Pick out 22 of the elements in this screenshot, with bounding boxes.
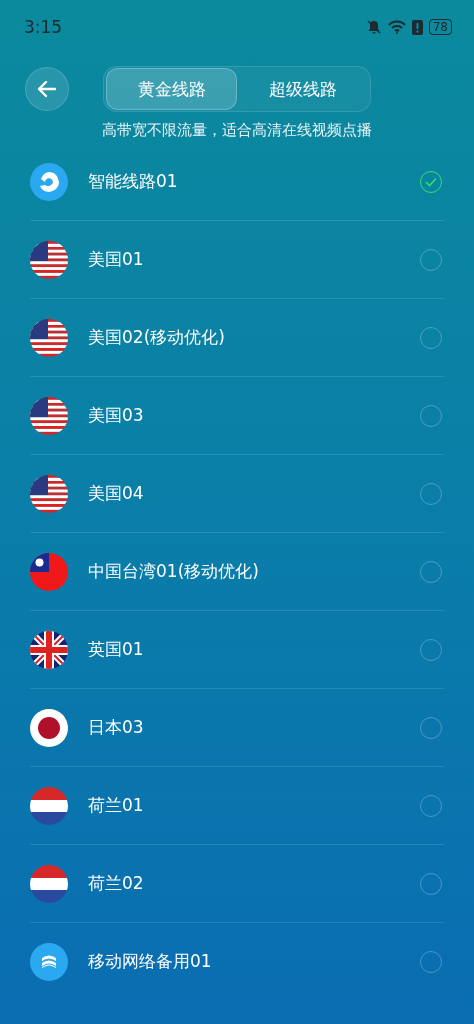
route-name: 英国01 — [88, 638, 145, 661]
status-time: 3:15 — [24, 17, 63, 37]
route-name: 美国03 — [88, 404, 145, 427]
check-icon — [425, 176, 437, 187]
bell-off-icon — [365, 19, 382, 35]
route-tab[interactable]: 黄金线路 — [106, 68, 237, 110]
route-name: 美国02(移动优化) — [88, 326, 226, 349]
route-name: 荷兰01 — [88, 794, 145, 817]
route-name: 移动网络备用01 — [88, 950, 213, 973]
route-name: 中国台湾01(移动优化) — [88, 560, 260, 583]
alert-icon — [411, 19, 423, 35]
route-name: 美国01 — [88, 248, 145, 271]
route-name: 智能线路01 — [88, 170, 179, 193]
route-name: 日本03 — [88, 716, 145, 739]
subtitle: 高带宽不限流量，适合高清在线视频点播 — [101, 121, 373, 140]
wifi-icon — [387, 20, 406, 34]
route-name: 美国04 — [88, 482, 145, 505]
battery-level: 78 — [428, 19, 452, 35]
route-tab[interactable]: 超级线路 — [237, 68, 368, 110]
back-arrow-icon — [37, 80, 57, 98]
route-name: 荷兰02 — [88, 872, 145, 895]
back-button[interactable] — [25, 67, 69, 111]
